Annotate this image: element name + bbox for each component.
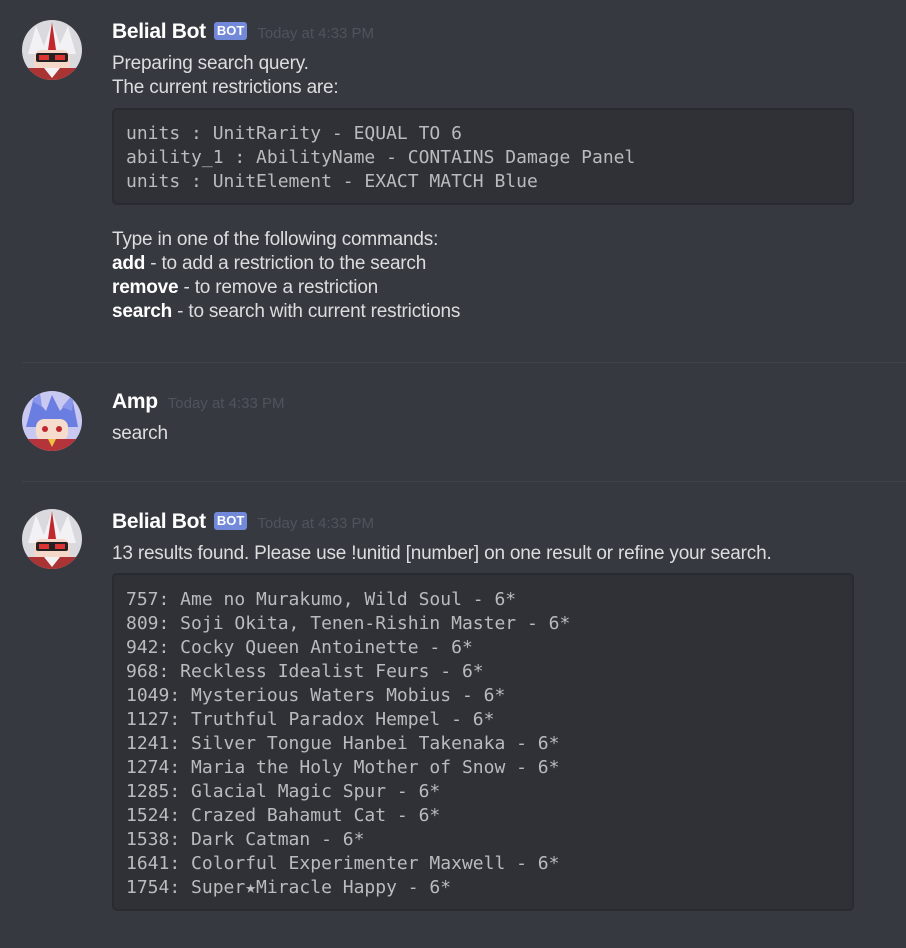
code-line: ability_1 : AbilityName - CONTAINS Damag… (126, 147, 636, 168)
command-description: - to remove a restriction (178, 277, 379, 298)
result-line: 1641: Colorful Experimenter Maxwell - 6* (126, 853, 560, 874)
command-name: remove (112, 277, 179, 298)
code-line: units : UnitElement - EXACT MATCH Blue (126, 171, 538, 192)
timestamp[interactable]: Today at 4:33 PM (168, 395, 285, 412)
message-text: search (112, 423, 168, 444)
command-name: search (112, 301, 173, 322)
result-line: 1049: Mysterious Waters Mobius - 6* (126, 685, 506, 706)
bot-avatar-image (22, 509, 82, 569)
message-header: Belial Bot BOT Today at 4:33 PM (112, 510, 906, 542)
timestamp[interactable]: Today at 4:33 PM (257, 515, 374, 532)
message-text: 13 results found. Please use !unitid [nu… (112, 543, 772, 564)
message-group: Amp Today at 4:33 PM search (0, 375, 906, 451)
message-group: Belial Bot BOT Today at 4:33 PM Preparin… (0, 0, 906, 342)
bot-badge: BOT (213, 22, 248, 40)
timestamp[interactable]: Today at 4:33 PM (257, 25, 374, 42)
result-line: 1538: Dark Catman - 6* (126, 829, 365, 850)
bot-avatar[interactable] (22, 509, 82, 569)
message-divider (22, 481, 906, 482)
message-content: Preparing search query. The current rest… (112, 52, 906, 324)
result-line: 809: Soji Okita, Tenen-Rishin Master - 6… (126, 613, 571, 634)
bot-avatar-image (22, 20, 82, 80)
command-line: add - to add a restriction to the search (112, 252, 906, 276)
message-header: Belial Bot BOT Today at 4:33 PM (112, 20, 906, 52)
command-name: add (112, 253, 146, 274)
result-line: 968: Reckless Idealist Feurs - 6* (126, 661, 484, 682)
results-code-block: 757: Ame no Murakumo, Wild Soul - 6* 809:… (112, 573, 854, 911)
bot-badge: BOT (213, 512, 248, 530)
user-avatar-image (22, 391, 82, 451)
username[interactable]: Belial Bot (112, 510, 206, 534)
username[interactable]: Belial Bot (112, 20, 206, 44)
result-line: 1524: Crazed Bahamut Cat - 6* (126, 805, 441, 826)
message-group: Belial Bot BOT Today at 4:33 PM 13 resul… (0, 492, 906, 911)
result-line: 1127: Truthful Paradox Hempel - 6* (126, 709, 495, 730)
result-line: 757: Ame no Murakumo, Wild Soul - 6* (126, 589, 517, 610)
username[interactable]: Amp (112, 390, 158, 414)
result-line: 1241: Silver Tongue Hanbei Takenaka - 6* (126, 733, 560, 754)
result-line: 1754: Super★Miracle Happy - 6* (126, 877, 452, 898)
code-block: units : UnitRarity - EQUAL TO 6 ability_1… (112, 108, 854, 205)
result-line: 1285: Glacial Magic Spur - 6* (126, 781, 441, 802)
command-line: search - to search with current restrict… (112, 300, 906, 324)
command-line: remove - to remove a restriction (112, 276, 906, 300)
command-description: - to search with current restrictions (172, 301, 461, 322)
message-header: Amp Today at 4:33 PM (112, 390, 906, 422)
message-divider (22, 362, 906, 363)
command-description: - to add a restriction to the search (145, 253, 427, 274)
message-text-line: The current restrictions are: (112, 77, 339, 98)
bot-avatar[interactable] (22, 20, 82, 80)
code-line: units : UnitRarity - EQUAL TO 6 (126, 123, 462, 144)
result-line: 942: Cocky Queen Antoinette - 6* (126, 637, 473, 658)
instructions-header: Type in one of the following commands: (112, 229, 439, 250)
message-text-line: Preparing search query. (112, 53, 309, 74)
user-avatar[interactable] (22, 391, 82, 451)
result-line: 1274: Maria the Holy Mother of Snow - 6* (126, 757, 560, 778)
